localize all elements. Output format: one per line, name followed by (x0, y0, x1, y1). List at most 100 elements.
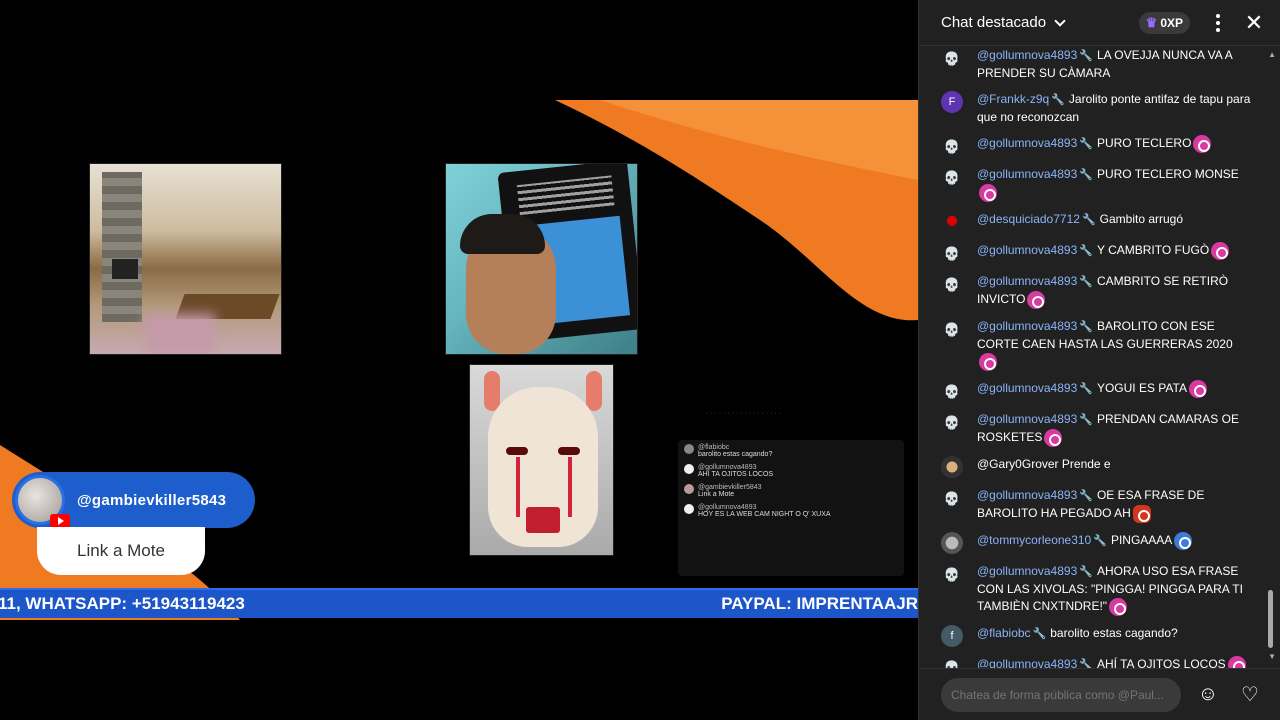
moderator-wrench-icon: 🔧 (1079, 50, 1093, 62)
chat-title: Chat destacado (941, 14, 1047, 31)
skull-avatar-icon[interactable]: 💀 (941, 135, 963, 157)
chat-message-body: @gollumnova4893 🔧 PURO TECLERO MONSE (977, 166, 1251, 202)
chat-mode-dropdown[interactable]: Chat destacado (941, 14, 1066, 31)
chat-message-body: @gollumnova4893 🔧 BAROLITO CON ESE CORTE C… (977, 318, 1251, 371)
chat-message: 💀 @gollumnova4893 🔧 AHÍ TA OJITOS LOCOS (919, 656, 1280, 668)
donor-avatar (15, 475, 70, 528)
chat-author[interactable]: @gollumnova4893 (977, 274, 1077, 288)
app-root: · · · · · · · · · · · · · · · · · · @fla… (0, 0, 1280, 720)
avatar[interactable] (941, 211, 963, 233)
moderator-wrench-icon: 🔧 (1079, 169, 1093, 181)
chat-text: YOGUI ES PATA (1096, 381, 1187, 396)
moderator-wrench-icon: 🔧 (1079, 383, 1093, 396)
chat-text: PINGAAAA (1110, 533, 1173, 548)
close-icon[interactable]: ✕ (1242, 11, 1266, 33)
chat-author[interactable]: @flabiobc (977, 626, 1031, 640)
chat-author[interactable]: @Gary0Grover (977, 457, 1059, 471)
chat-message: 💀 @gollumnova4893 🔧 Y CAMBRITO FUGÒ (919, 242, 1280, 264)
moderator-wrench-icon: 🔧 (1032, 628, 1047, 640)
chat-author[interactable]: @gollumnova4893 (977, 381, 1077, 395)
moderator-wrench-icon: 🔧 (1079, 276, 1093, 288)
chat-author[interactable]: @tommycorleone310 (977, 533, 1091, 547)
xp-badge[interactable]: ♛ 0XP (1138, 11, 1190, 34)
scroll-down-arrow-icon[interactable]: ▼ (1268, 652, 1276, 661)
chat-author[interactable]: @gollumnova4893 (977, 657, 1077, 668)
moderator-wrench-icon: 🔧 (1079, 659, 1093, 668)
skull-avatar-icon[interactable]: 💀 (941, 273, 963, 295)
skull-avatar-icon[interactable]: 💀 (941, 166, 963, 188)
avatar[interactable] (941, 456, 963, 478)
chat-message-body: @Frankk-z9q 🔧 Jarolito ponte antifaz de ta… (977, 91, 1251, 126)
donor-message-pill: Link a Mote (37, 527, 205, 575)
chat-author[interactable]: @gollumnova4893 (977, 136, 1077, 150)
chat-author[interactable]: @gollumnova4893 (977, 167, 1077, 181)
skull-avatar-icon[interactable]: 💀 (941, 656, 963, 669)
scrollbar-thumb[interactable] (1268, 590, 1273, 648)
avatar[interactable] (941, 532, 963, 554)
skull-avatar-icon[interactable]: 💀 (941, 47, 963, 69)
chat-message-body: @gollumnova4893 🔧 AHÍ TA OJITOS LOCOS (977, 656, 1251, 668)
chat-message-body: @gollumnova4893 🔧 YOGUI ES PATA (977, 380, 1251, 402)
moderator-wrench-icon: 🔧 (1079, 321, 1093, 333)
video-player[interactable]: · · · · · · · · · · · · · · · · · · @fla… (0, 0, 918, 720)
chat-author[interactable]: @gollumnova4893 (977, 243, 1077, 257)
skull-avatar-icon[interactable]: 💀 (941, 380, 963, 402)
scroll-up-arrow-icon[interactable]: ▲ (1268, 50, 1276, 59)
chat-message: @Gary0Grover Prende e (919, 456, 1280, 478)
moderator-wrench-icon: 🔧 (1093, 535, 1107, 548)
chat-message-body: @gollumnova4893 🔧 Y CAMBRITO FUGÒ (977, 242, 1251, 264)
mini-chat-row: @gambievkiller5843 Link a Mote (684, 484, 898, 498)
chat-message: 💀 @gollumnova4893 🔧 LA OVEJJA NUNCA VA A PR… (919, 47, 1280, 82)
chat-author[interactable]: @gollumnova4893 (977, 48, 1077, 62)
skull-avatar-icon[interactable]: 💀 (941, 487, 963, 509)
xp-value: 0XP (1160, 15, 1183, 30)
chat-author[interactable]: @gollumnova4893 (977, 488, 1077, 502)
emote-icon (979, 184, 997, 202)
moderator-wrench-icon: 🔧 (1051, 94, 1065, 106)
chat-message: 💀 @gollumnova4893 🔧 AHORA USO ESA FRASE CON… (919, 563, 1280, 616)
donor-badge: @gambievkiller5843 (12, 472, 255, 528)
chat-input[interactable] (941, 677, 1181, 712)
chat-message: 💀 @gollumnova4893 🔧 PURO TECLERO (919, 135, 1280, 157)
chat-message-list[interactable]: 💀 @gollumnova4893 🔧 LA OVEJJA NUNCA VA A PR… (919, 46, 1280, 668)
youtube-icon (50, 514, 70, 528)
chat-author[interactable]: @gollumnova4893 (977, 564, 1077, 578)
emote-icon (1227, 656, 1246, 668)
chat-message-body: @tommycorleone310 🔧 PINGAAAA (977, 532, 1251, 554)
chat-header: Chat destacado ♛ 0XP ✕ (919, 0, 1280, 46)
chevron-down-icon (1054, 14, 1066, 27)
chat-message-body: @gollumnova4893 🔧 AHORA USO ESA FRASE CON … (977, 563, 1251, 616)
webcam-masked-person (469, 364, 614, 556)
chat-text: AHÍ TA OJITOS LOCOS (1096, 657, 1226, 668)
chat-footer: ☺ ♡ (919, 668, 1280, 720)
ticker-whatsapp: 11, WHATSAPP: +51943119423 (0, 594, 245, 613)
avatar[interactable]: f (941, 625, 963, 647)
emote-icon (1211, 242, 1230, 260)
skull-avatar-icon[interactable]: 💀 (941, 563, 963, 585)
more-options-icon[interactable] (1206, 11, 1230, 35)
emote-icon (1044, 429, 1063, 447)
heart-icon[interactable]: ♡ (1237, 682, 1263, 708)
moderator-wrench-icon: 🔧 (1079, 414, 1093, 426)
stream-stage: · · · · · · · · · · · · · · · · · · @fla… (0, 100, 918, 620)
skull-avatar-icon[interactable]: 💀 (941, 318, 963, 340)
chat-message-body: @gollumnova4893 🔧 OE ESA FRASE DE BAROLITO… (977, 487, 1251, 523)
emoji-icon[interactable]: ☺ (1195, 682, 1221, 708)
chat-message: @desquiciado7712 🔧 Gambito arrugó (919, 211, 1280, 233)
skull-avatar-icon[interactable]: 💀 (941, 411, 963, 433)
chat-author[interactable]: @Frankk-z9q (977, 92, 1049, 106)
skull-avatar-icon[interactable]: 💀 (941, 242, 963, 264)
chat-author[interactable]: @gollumnova4893 (977, 412, 1077, 426)
chat-author[interactable]: @gollumnova4893 (977, 319, 1077, 333)
overlay-mini-chat: @flabiobc barolito estas cagando? @gollum… (678, 440, 904, 576)
chat-message: 💀 @gollumnova4893 🔧 PRENDAN CAMARAS OE ROSK… (919, 411, 1280, 447)
chat-message-body: @Gary0Grover Prende e (977, 456, 1251, 478)
emote-icon (1027, 291, 1046, 309)
chat-message-body: @flabiobc 🔧 barolito estas cagando? (977, 625, 1251, 647)
chat-author[interactable]: @desquiciado7712 (977, 212, 1080, 226)
avatar[interactable]: F (941, 91, 963, 113)
chat-text: Y CAMBRITO FUGÒ (1096, 243, 1210, 258)
emote-icon (1188, 380, 1207, 398)
info-ticker: 11, WHATSAPP: +51943119423 PAYPAL: IMPRE… (0, 588, 918, 618)
chat-message-body: @desquiciado7712 🔧 Gambito arrugó (977, 211, 1251, 233)
